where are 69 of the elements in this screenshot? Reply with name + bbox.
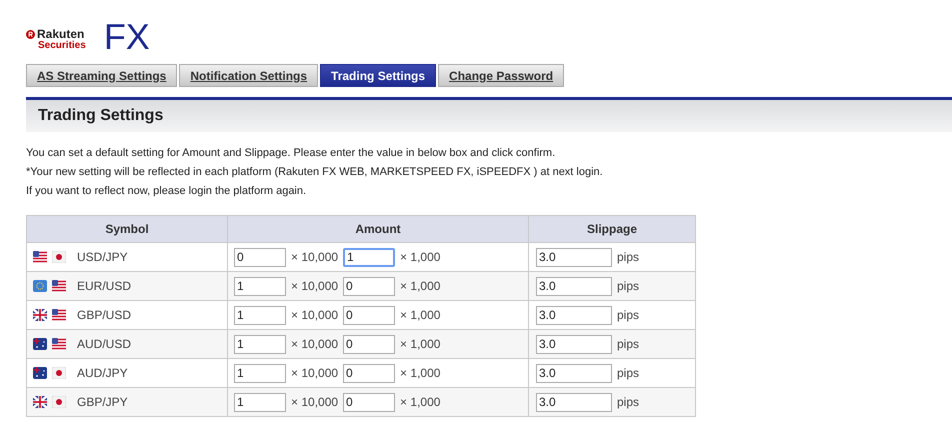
intro-text: If you want to reflect now, please login the platform again.	[26, 184, 308, 199]
input-field[interactable]: 0	[343, 306, 396, 324]
unit-label: × 1,000	[400, 365, 440, 382]
column-header: Symbol	[26, 216, 228, 242]
unit-label: × 10,000	[291, 307, 338, 324]
flag-icon	[33, 367, 47, 379]
unit-label: × 10,000	[291, 336, 338, 353]
input-field[interactable]: 1	[234, 306, 286, 324]
unit-label: × 1,000	[400, 394, 440, 411]
symbol-label: EUR/USD	[77, 278, 132, 295]
unit-label: pips	[617, 249, 640, 266]
symbol-label: GBP/USD	[77, 307, 132, 324]
intro-text: You can set a default setting for Amount and Slippage. Please enter the value in below box and click confirm.	[26, 146, 556, 161]
section-title: Trading Settings	[38, 106, 164, 126]
unit-label: × 10,000	[291, 249, 338, 266]
input-field[interactable]: 0	[343, 334, 396, 354]
input-field[interactable]: 1	[234, 334, 286, 354]
unit-label: × 1,000	[400, 336, 440, 353]
input-field[interactable]: 0	[234, 248, 286, 266]
input-field[interactable]: 3.0	[536, 306, 612, 324]
tab[interactable]: Notification Settings	[179, 64, 318, 87]
flag-icon	[33, 251, 47, 263]
flag-icon	[33, 338, 47, 350]
tab[interactable]: Change Password	[438, 64, 564, 87]
input-field[interactable]: 0	[343, 392, 396, 412]
logo-subtitle: Securities	[37, 40, 86, 51]
flag-icon	[33, 396, 47, 408]
flag-icon	[52, 367, 66, 379]
unit-label: pips	[617, 278, 640, 295]
logo-wordmark: Rakuten	[37, 28, 84, 40]
input-field[interactable]: 1	[234, 392, 286, 412]
unit-label: pips	[617, 394, 640, 411]
input-field[interactable]: 3.0	[536, 364, 612, 382]
input-field[interactable]: 1	[234, 276, 286, 296]
unit-label: × 10,000	[291, 394, 338, 411]
unit-label: pips	[617, 336, 640, 353]
input-field[interactable]: 0	[343, 364, 396, 382]
input-field[interactable]: 1	[343, 248, 396, 266]
unit-label: × 1,000	[400, 307, 440, 324]
unit-label: pips	[617, 365, 640, 382]
unit-label: × 1,000	[400, 278, 440, 295]
input-field[interactable]: 1	[234, 364, 286, 382]
unit-label: × 1,000	[400, 249, 440, 266]
unit-label: pips	[617, 307, 640, 324]
unit-label: × 10,000	[291, 278, 338, 295]
flag-icon	[33, 309, 47, 321]
flag-icon	[52, 280, 66, 292]
flag-icon	[52, 396, 66, 408]
input-field[interactable]: 3.0	[536, 334, 612, 354]
column-header: Slippage	[528, 216, 696, 242]
unit-label: × 10,000	[291, 365, 338, 382]
input-field[interactable]: 3.0	[536, 392, 612, 412]
flag-icon	[33, 280, 47, 292]
tab[interactable]: Trading Settings	[320, 64, 436, 87]
input-field[interactable]: 3.0	[536, 276, 612, 296]
symbol-label: AUD/USD	[77, 336, 132, 353]
symbol-label: GBP/JPY	[77, 394, 128, 411]
tab[interactable]: AS Streaming Settings	[26, 64, 178, 87]
symbol-label: USD/JPY	[77, 249, 128, 266]
flag-icon	[52, 251, 66, 263]
intro-text: *Your new setting will be reflected in each platform (Rakuten FX WEB, MARKETSPEED FX, iSPEEDFX ) at next login.	[26, 165, 604, 180]
input-field[interactable]: 0	[343, 276, 396, 296]
flag-icon	[52, 338, 66, 350]
symbol-label: AUD/JPY	[77, 365, 128, 382]
input-field[interactable]: 3.0	[536, 248, 612, 266]
product-title: FX	[104, 20, 150, 54]
flag-icon	[52, 309, 66, 321]
column-header: Amount	[228, 216, 528, 242]
logo-icon	[26, 30, 35, 39]
